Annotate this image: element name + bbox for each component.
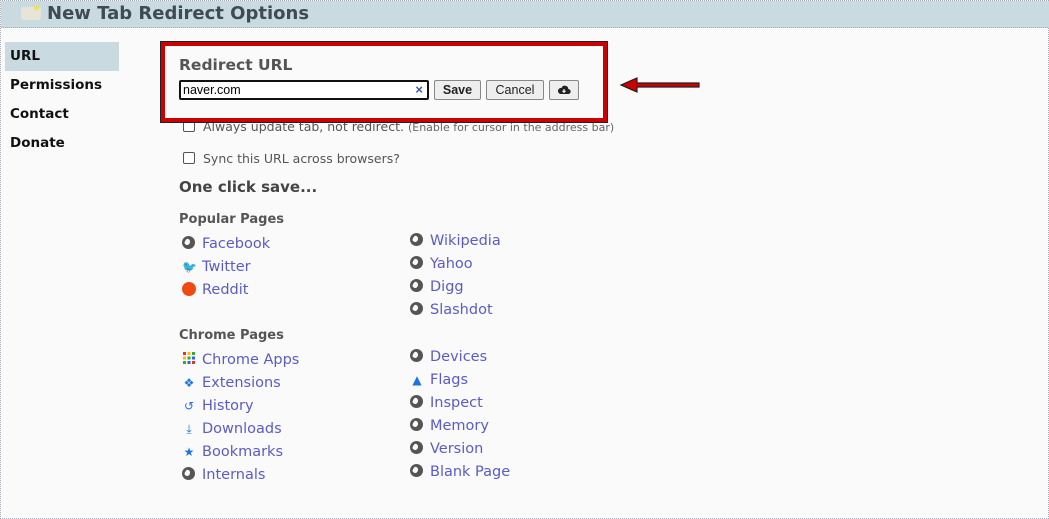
- link-devices[interactable]: Devices: [410, 349, 487, 365]
- sync-checkbox[interactable]: [183, 152, 195, 164]
- link-label: Inspect: [430, 395, 483, 411]
- link-inspect[interactable]: Inspect: [410, 395, 483, 411]
- reddit-icon: [182, 282, 196, 296]
- link-downloads[interactable]: ⤓ Downloads: [182, 421, 282, 437]
- sidebar-item-permissions[interactable]: Permissions: [5, 71, 119, 100]
- link-bookmarks[interactable]: ★ Bookmarks: [182, 444, 283, 460]
- link-label: History: [202, 398, 254, 414]
- link-label: Slashdot: [430, 302, 493, 318]
- link-label: Flags: [430, 372, 469, 388]
- link-label: Devices: [430, 349, 488, 365]
- redirect-url-highlight: Redirect URL naver.com × Save Cancel: [160, 41, 608, 123]
- cancel-button[interactable]: Cancel: [486, 80, 544, 100]
- arrow-icon: [619, 77, 700, 93]
- apps-icon: [182, 352, 196, 364]
- globe-icon: [182, 236, 195, 249]
- link-internals[interactable]: Internals: [182, 467, 265, 483]
- always-update-hint: (Enable for cursor in the address bar): [407, 121, 615, 134]
- url-value: naver.com: [183, 83, 241, 97]
- link-extensions[interactable]: ❖ Extensions: [182, 375, 281, 391]
- link-label: Bookmarks: [202, 444, 284, 460]
- twitter-icon: 🐦: [182, 260, 197, 274]
- link-label: Extensions: [202, 375, 281, 391]
- sync-label: Sync this URL across browsers?: [203, 151, 400, 166]
- sidebar-item-contact[interactable]: Contact: [5, 100, 119, 129]
- link-wikipedia[interactable]: Wikipedia: [410, 233, 501, 249]
- sidebar-item-url[interactable]: URL: [5, 42, 119, 71]
- link-version[interactable]: Version: [410, 441, 483, 457]
- globe-icon: [410, 349, 423, 362]
- history-icon: ↺: [183, 399, 195, 413]
- globe-icon: [410, 464, 423, 477]
- link-label: Yahoo: [430, 256, 473, 272]
- header: New Tab Redirect Options: [1, 1, 1049, 28]
- cloud-sync-button[interactable]: [549, 80, 579, 100]
- link-label: Facebook: [202, 236, 271, 252]
- link-slashdot[interactable]: Slashdot: [410, 302, 493, 318]
- cloud-download-icon: [557, 85, 571, 95]
- link-twitter[interactable]: 🐦 Twitter: [182, 259, 251, 275]
- link-label: Internals: [202, 467, 266, 483]
- popular-pages-heading: Popular Pages: [179, 212, 284, 227]
- save-button[interactable]: Save: [434, 80, 481, 100]
- puzzle-icon: ❖: [183, 376, 195, 390]
- page-title: New Tab Redirect Options: [47, 3, 310, 24]
- link-label: Blank Page: [430, 464, 511, 480]
- link-flags[interactable]: ▲ Flags: [410, 372, 468, 388]
- globe-icon: [410, 395, 423, 408]
- redirect-url-input[interactable]: naver.com ×: [179, 80, 429, 100]
- sync-option[interactable]: Sync this URL across browsers?: [183, 151, 400, 166]
- globe-icon: [410, 418, 423, 431]
- one-click-heading: One click save...: [179, 178, 318, 196]
- link-label: Chrome Apps: [202, 352, 300, 368]
- globe-icon: [410, 302, 423, 315]
- link-blank-page[interactable]: Blank Page: [410, 464, 510, 480]
- chrome-pages-heading: Chrome Pages: [179, 328, 284, 343]
- link-yahoo[interactable]: Yahoo: [410, 256, 473, 272]
- link-facebook[interactable]: Facebook: [182, 236, 270, 252]
- flask-icon: ▲: [412, 373, 422, 387]
- link-memory[interactable]: Memory: [410, 418, 489, 434]
- link-chrome-apps[interactable]: Chrome Apps: [182, 352, 299, 368]
- link-label: Wikipedia: [430, 233, 501, 249]
- download-icon: ⤓: [186, 422, 192, 436]
- globe-icon: [410, 279, 423, 292]
- globe-icon: [182, 467, 195, 480]
- link-digg[interactable]: Digg: [410, 279, 464, 295]
- sidebar: URL Permissions Contact Donate: [5, 42, 119, 158]
- link-label: Twitter: [202, 259, 251, 275]
- link-reddit[interactable]: Reddit: [182, 282, 248, 298]
- app-icon: [21, 5, 41, 20]
- clear-icon[interactable]: ×: [415, 82, 423, 98]
- globe-icon: [410, 256, 423, 269]
- link-label: Downloads: [202, 421, 282, 437]
- globe-icon: [410, 233, 423, 246]
- sidebar-item-donate[interactable]: Donate: [5, 129, 119, 158]
- link-label: Version: [430, 441, 484, 457]
- link-history[interactable]: ↺ History: [182, 398, 254, 414]
- link-label: Memory: [430, 418, 489, 434]
- link-label: Reddit: [202, 282, 249, 298]
- redirect-url-label: Redirect URL: [179, 56, 293, 74]
- globe-icon: [410, 441, 423, 454]
- star-icon: ★: [183, 445, 195, 459]
- link-label: Digg: [430, 279, 464, 295]
